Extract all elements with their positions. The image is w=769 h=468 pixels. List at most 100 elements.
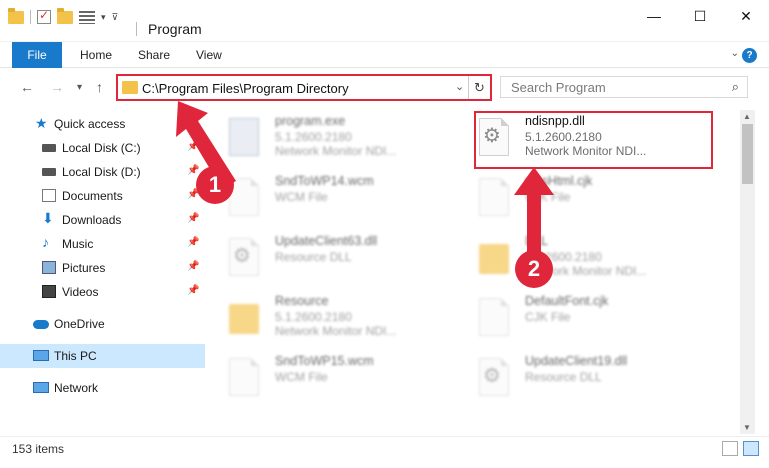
new-folder-icon[interactable] [57,7,73,24]
file-icon [479,298,509,336]
window-title: Program [148,21,202,37]
sidebar-item-music[interactable]: ♪ Music 📌 [0,232,205,256]
view-switcher [722,441,759,456]
help-icon[interactable]: ? [742,48,757,63]
dll-icon [479,358,509,396]
downloads-icon: ⬇ [42,210,54,226]
pin-icon[interactable]: 📌 [187,261,199,272]
sidebar-item-videos[interactable]: Videos 📌 [0,280,205,304]
pin-icon[interactable]: 📌 [187,285,199,296]
sidebar-item-label: Videos [62,285,99,299]
scroll-down-icon[interactable]: ▼ [743,423,751,432]
tab-file[interactable]: File [12,42,62,68]
search-box[interactable]: Search Program ⌕ [500,76,748,98]
chevron-down-icon[interactable]: ▾ [101,12,106,23]
videos-icon [42,285,56,298]
pictures-icon [42,261,56,274]
address-path[interactable]: C:\Program Files\Program Directory [142,81,349,96]
documents-icon [42,189,56,202]
sidebar-item-label: Music [62,237,94,251]
file-name: SndToWP14.wcm [275,174,374,188]
file-description: Network Monitor NDI... [275,144,397,158]
file-item[interactable]: UpdateClient19.dll Resource DLL [465,350,705,405]
onedrive-icon [33,320,49,329]
file-name: UpdateClient63.dll [275,234,378,248]
back-button[interactable]: ← [20,79,34,95]
status-bar: 153 items [0,436,769,460]
file-type: WCM File [275,370,328,384]
file-type: CJK File [525,310,571,324]
file-type: Resource DLL [525,370,602,384]
quick-access-toolbar: ▾ ⊽ [8,7,119,24]
star-icon: ★ [35,115,48,131]
music-icon: ♪ [42,234,49,250]
sidebar-item-label: Local Disk (C:) [62,141,141,155]
file-name: SndToWP15.wcm [275,354,374,368]
file-item[interactable]: Resource 5.1.2600.2180 Network Monitor N… [215,290,455,345]
file-item[interactable]: program.exe 5.1.2600.2180 Network Monito… [215,110,455,165]
network-icon [33,382,49,393]
sidebar-item-label: Pictures [62,261,106,275]
file-icon [229,358,259,396]
tab-share[interactable]: Share [138,42,170,68]
details-view-icon[interactable] [722,441,738,456]
file-item[interactable]: DLL 5.1.2600.2180 Network Monitor NDI... [465,230,705,285]
file-type: Resource DLL [275,250,352,264]
highlight-box [474,111,713,169]
file-icon [479,178,509,216]
dll-icon [229,238,259,276]
tab-view[interactable]: View [196,42,222,68]
customize-toolbar-icon[interactable]: ⊽ [112,12,119,23]
tab-home[interactable]: Home [80,42,112,68]
close-button[interactable]: ✕ [723,0,769,32]
folder-icon [8,7,24,24]
refresh-button[interactable]: ↻ [468,76,490,99]
sidebar-item-label: This PC [54,349,97,363]
maximize-button[interactable]: ☐ [677,0,723,32]
chevron-down-icon[interactable]: ⌄ [455,80,464,93]
file-item[interactable]: ndisHtml.cjk CJK File [465,170,705,225]
arrow-icon [514,167,554,253]
recent-locations-button[interactable]: ▾ [77,82,82,93]
pin-icon[interactable]: 📌 [187,237,199,248]
up-button[interactable]: ↑ [96,79,103,95]
drive-icon [42,168,56,176]
pin-icon[interactable]: 📌 [187,213,199,224]
sidebar-item-label: Network [54,381,99,395]
sidebar-item-label: Downloads [62,213,122,227]
scroll-up-icon[interactable]: ▲ [743,112,751,121]
properties-icon[interactable] [37,8,51,24]
toolbar-divider [30,10,31,24]
view-icon[interactable] [79,10,95,24]
title-bar: ▾ ⊽ Program — ☐ ✕ [0,0,769,42]
sidebar-item-downloads[interactable]: ⬇ Downloads 📌 [0,208,205,232]
forward-button[interactable]: → [50,79,64,95]
search-icon[interactable]: ⌕ [732,79,739,95]
window-controls: — ☐ ✕ [631,0,769,32]
title-divider [136,22,137,36]
file-item[interactable]: DefaultFont.cjk CJK File [465,290,705,345]
minimize-button[interactable]: — [631,0,677,32]
sidebar-item-label: Quick access [54,117,126,131]
ribbon: File Home Share View ⌄ ? [0,42,769,68]
file-type: WCM File [275,190,328,204]
step-badge-2: 2 [515,250,553,288]
folder-icon [122,81,138,94]
search-input[interactable]: Search Program [511,80,606,95]
sidebar-item-pictures[interactable]: Pictures 📌 [0,256,205,280]
file-item[interactable]: UpdateClient63.dll Resource DLL [215,230,455,285]
scrollbar[interactable]: ▲ ▼ [740,110,755,434]
expand-ribbon-icon[interactable]: ⌄ [731,48,739,59]
file-item[interactable]: SndToWP15.wcm WCM File [215,350,455,405]
sidebar-item-onedrive[interactable]: OneDrive [0,312,205,336]
file-name: program.exe [275,114,346,128]
file-version: 5.1.2600.2180 [275,130,352,144]
tiles-view-icon[interactable] [743,441,759,456]
file-item[interactable]: SndToWP14.wcm WCM File [215,170,455,225]
scroll-thumb[interactable] [742,124,753,184]
folder-icon [229,304,259,334]
sidebar-item-this-pc[interactable]: This PC [0,344,205,368]
sidebar-item-label: OneDrive [54,317,105,331]
sidebar-item-network[interactable]: Network [0,376,205,400]
file-name: Resource [275,294,329,308]
